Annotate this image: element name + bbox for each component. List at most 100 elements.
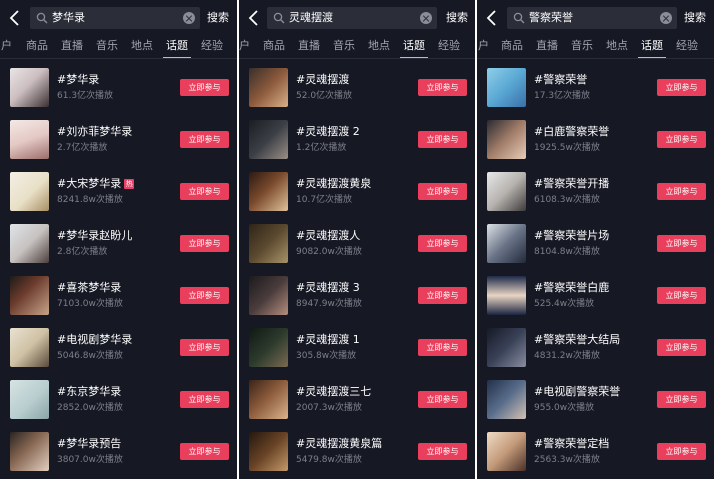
topic-row[interactable]: #灵魂摆渡 52.0亿次播放 立即参与: [239, 66, 475, 116]
topic-title: #灵魂摆渡黄泉篇: [296, 437, 383, 450]
topic-row[interactable]: #灵魂摆渡 2 1.2亿次播放 立即参与: [239, 118, 475, 168]
join-button[interactable]: 立即参与: [657, 443, 706, 460]
clear-icon[interactable]: [420, 12, 432, 24]
tab-user[interactable]: 户: [478, 38, 489, 54]
search-button[interactable]: 搜索: [207, 9, 229, 27]
search-button[interactable]: 搜索: [446, 9, 468, 27]
topic-row[interactable]: #灵魂摆渡人 9082.0w次播放 立即参与: [239, 222, 475, 272]
join-button[interactable]: 立即参与: [657, 391, 706, 408]
search-input[interactable]: 梦华录: [30, 7, 200, 29]
topic-play-count: 955.0w次播放: [534, 403, 595, 413]
topic-row[interactable]: #警察荣誉大结局 4831.2w次播放 立即参与: [477, 326, 714, 376]
join-button[interactable]: 立即参与: [180, 183, 229, 200]
join-button[interactable]: 立即参与: [180, 339, 229, 356]
topic-row[interactable]: #喜茶梦华录 7103.0w次播放 立即参与: [0, 274, 237, 324]
chevron-left-icon[interactable]: [485, 9, 499, 27]
join-button[interactable]: 立即参与: [657, 79, 706, 96]
topic-title: #警察荣誉定档: [534, 437, 610, 450]
join-button[interactable]: 立即参与: [418, 183, 467, 200]
topic-thumbnail: [249, 224, 288, 263]
tab-live[interactable]: 直播: [298, 38, 320, 54]
topic-row[interactable]: #刘亦菲梦华录 2.7亿次播放 立即参与: [0, 118, 237, 168]
topic-thumbnail: [249, 68, 288, 107]
topic-row[interactable]: #警察荣誉开播 6108.3w次播放 立即参与: [477, 170, 714, 220]
topic-row[interactable]: #警察荣誉定档 2563.3w次播放 立即参与: [477, 430, 714, 479]
tab-topics[interactable]: 话题: [163, 38, 191, 59]
tab-topics[interactable]: 话题: [400, 38, 428, 59]
topic-play-count: 2007.3w次播放: [296, 403, 362, 413]
topic-row[interactable]: #大宋梦华录热 8241.8w次播放 立即参与: [0, 170, 237, 220]
tab-products[interactable]: 商品: [263, 38, 285, 54]
topic-row[interactable]: #警察荣誉片场 8104.8w次播放 立即参与: [477, 222, 714, 272]
join-button[interactable]: 立即参与: [657, 183, 706, 200]
topic-play-count: 52.0亿次播放: [296, 91, 353, 101]
join-button[interactable]: 立即参与: [418, 235, 467, 252]
clear-icon[interactable]: [183, 12, 195, 24]
join-button[interactable]: 立即参与: [418, 443, 467, 460]
tab-live[interactable]: 直播: [61, 38, 83, 54]
topic-row[interactable]: #电视剧警察荣誉 955.0w次播放 立即参与: [477, 378, 714, 428]
search-button[interactable]: 搜索: [684, 9, 706, 27]
join-button[interactable]: 立即参与: [657, 235, 706, 252]
join-button[interactable]: 立即参与: [657, 339, 706, 356]
topic-play-count: 3807.0w次播放: [57, 455, 123, 465]
join-button[interactable]: 立即参与: [180, 287, 229, 304]
tab-user[interactable]: 户: [1, 38, 12, 54]
topic-row[interactable]: #灵魂摆渡 3 8947.9w次播放 立即参与: [239, 274, 475, 324]
topic-row[interactable]: #警察荣誉白鹿 525.4w次播放 立即参与: [477, 274, 714, 324]
topic-thumbnail: [10, 380, 49, 419]
topic-play-count: 17.3亿次播放: [534, 91, 591, 101]
chevron-left-icon[interactable]: [247, 9, 261, 27]
tab-topics[interactable]: 话题: [638, 38, 666, 59]
tab-user[interactable]: 户: [239, 38, 250, 54]
topic-row[interactable]: #白鹿警察荣誉 1925.5w次播放 立即参与: [477, 118, 714, 168]
join-button[interactable]: 立即参与: [180, 79, 229, 96]
filter-tabs: 户 商品 直播 音乐 地点 话题 经验: [239, 36, 475, 59]
tab-music[interactable]: 音乐: [333, 38, 355, 54]
join-button[interactable]: 立即参与: [418, 79, 467, 96]
tab-experience[interactable]: 经验: [438, 38, 460, 54]
topic-row[interactable]: #灵魂摆渡三七 2007.3w次播放 立即参与: [239, 378, 475, 428]
topic-row[interactable]: #梦华录预告 3807.0w次播放 立即参与: [0, 430, 237, 479]
tab-products[interactable]: 商品: [501, 38, 523, 54]
topic-title: #电视剧警察荣誉: [534, 385, 621, 398]
topic-row[interactable]: #灵魂摆渡黄泉 10.7亿次播放 立即参与: [239, 170, 475, 220]
topic-row[interactable]: #灵魂摆渡 1 305.8w次播放 立即参与: [239, 326, 475, 376]
search-icon: [273, 12, 285, 24]
topic-thumbnail: [487, 120, 526, 159]
topic-row[interactable]: #电视剧梦华录 5046.8w次播放 立即参与: [0, 326, 237, 376]
search-input[interactable]: 警察荣誉: [507, 7, 677, 29]
join-button[interactable]: 立即参与: [657, 287, 706, 304]
join-button[interactable]: 立即参与: [180, 443, 229, 460]
tab-experience[interactable]: 经验: [201, 38, 223, 54]
tab-products[interactable]: 商品: [26, 38, 48, 54]
topic-row[interactable]: #警察荣誉 17.3亿次播放 立即参与: [477, 66, 714, 116]
topic-row[interactable]: #灵魂摆渡黄泉篇 5479.8w次播放 立即参与: [239, 430, 475, 479]
join-button[interactable]: 立即参与: [180, 391, 229, 408]
tab-music[interactable]: 音乐: [571, 38, 593, 54]
clear-icon[interactable]: [660, 12, 672, 24]
tab-music[interactable]: 音乐: [96, 38, 118, 54]
join-button[interactable]: 立即参与: [418, 131, 467, 148]
tab-places[interactable]: 地点: [606, 38, 628, 54]
topic-title: #电视剧梦华录: [57, 333, 133, 346]
tab-live[interactable]: 直播: [536, 38, 558, 54]
chevron-left-icon[interactable]: [8, 9, 22, 27]
join-button[interactable]: 立即参与: [180, 235, 229, 252]
tab-experience[interactable]: 经验: [676, 38, 698, 54]
join-button[interactable]: 立即参与: [418, 287, 467, 304]
topic-row[interactable]: #梦华录赵盼儿 2.8亿次播放 立即参与: [0, 222, 237, 272]
topic-thumbnail: [487, 380, 526, 419]
topic-row[interactable]: #梦华录 61.3亿次播放 立即参与: [0, 66, 237, 116]
search-icon: [36, 12, 48, 24]
join-button[interactable]: 立即参与: [180, 131, 229, 148]
join-button[interactable]: 立即参与: [418, 391, 467, 408]
join-button[interactable]: 立即参与: [418, 339, 467, 356]
search-input[interactable]: 灵魂摆渡: [267, 7, 437, 29]
topic-play-count: 2852.0w次播放: [57, 403, 123, 413]
tab-places[interactable]: 地点: [368, 38, 390, 54]
join-button[interactable]: 立即参与: [657, 131, 706, 148]
topic-title: #灵魂摆渡: [296, 73, 350, 86]
tab-places[interactable]: 地点: [131, 38, 153, 54]
topic-row[interactable]: #东京梦华录 2852.0w次播放 立即参与: [0, 378, 237, 428]
